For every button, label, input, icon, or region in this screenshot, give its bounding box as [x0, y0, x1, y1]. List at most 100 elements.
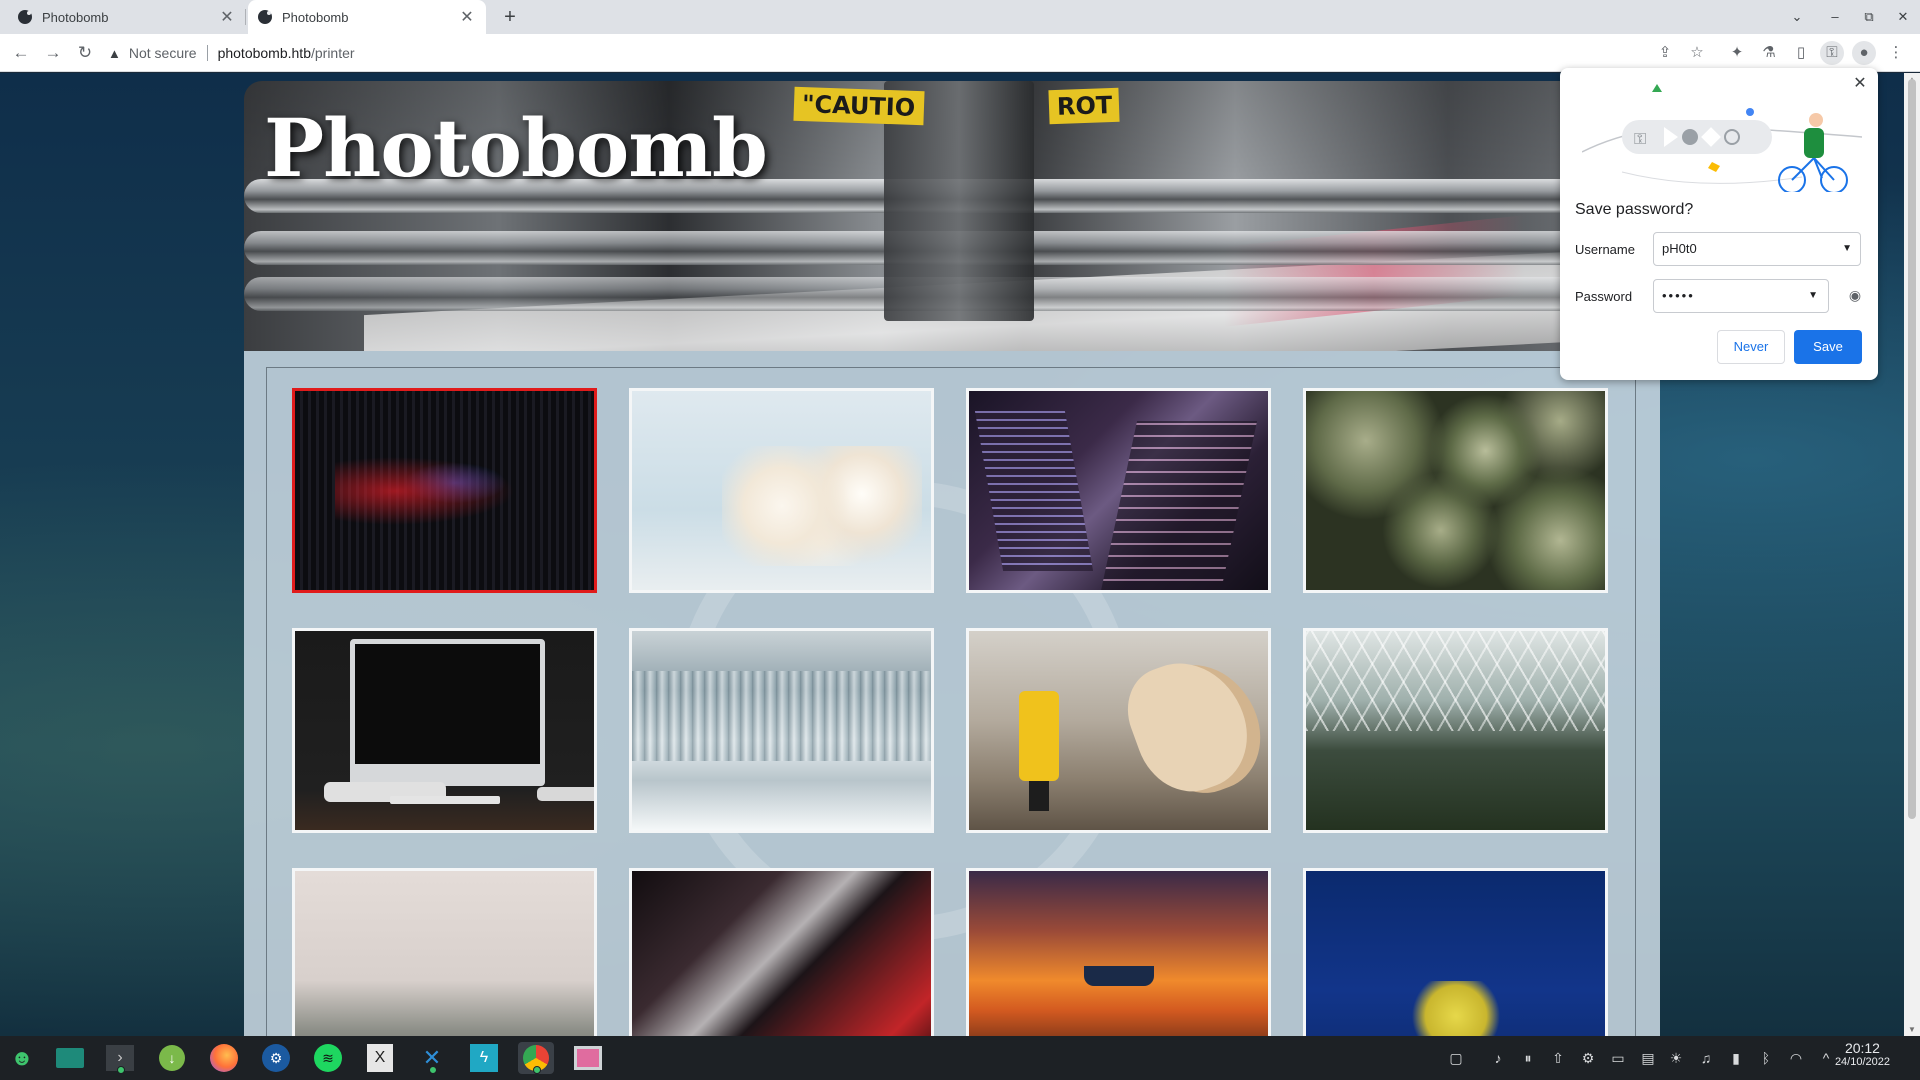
clock-date: 24/10/2022	[1834, 1056, 1890, 1068]
alien-icon[interactable]: ☻	[4, 1042, 40, 1074]
svg-text:⚿: ⚿	[1634, 129, 1646, 148]
password-value: •••••	[1662, 288, 1695, 303]
greenhouse-image	[1306, 631, 1605, 830]
vscode-icon[interactable]: ✕	[414, 1042, 450, 1074]
menu-kebab-icon[interactable]: ⋮	[1884, 41, 1908, 65]
password-illustration: ⚿	[1582, 84, 1862, 192]
never-button[interactable]: Never	[1717, 330, 1785, 364]
firefox-icon[interactable]	[206, 1042, 242, 1074]
forward-arrow-icon[interactable]: →	[41, 41, 65, 65]
gallery-image-workshop[interactable]	[966, 628, 1271, 833]
tray-expand-chevron-icon[interactable]: ^	[1816, 1048, 1836, 1068]
spotify-icon[interactable]: ≋	[310, 1042, 346, 1074]
back-arrow-icon[interactable]: ←	[9, 41, 33, 65]
boat-sunset-image	[969, 871, 1268, 1036]
lightning-icon[interactable]: ϟ	[466, 1042, 502, 1074]
tab-divider	[245, 9, 246, 25]
window-overview-icon[interactable]: ▢	[1446, 1048, 1466, 1068]
password-key-icon[interactable]: ⚿	[1820, 41, 1844, 65]
page-scrollbar[interactable]: ▲ ▼	[1904, 73, 1920, 1036]
clipboard-icon[interactable]: ▤	[1638, 1048, 1658, 1068]
screenshot-icon[interactable]	[570, 1042, 606, 1074]
omnibox-divider	[206, 45, 208, 61]
brightness-icon[interactable]: ☀	[1666, 1048, 1686, 1068]
red-light-abstract-image	[295, 391, 594, 590]
steam-tray-icon[interactable]: ⚙	[1578, 1048, 1598, 1068]
tab-strip: Photobomb ✕ Photobomb ✕ + ⌄ – ⧉ ✕	[0, 0, 1920, 34]
pause-icon[interactable]: ⏸	[1518, 1048, 1538, 1068]
security-status[interactable]: Not secure	[129, 45, 197, 61]
gallery-image-red-light[interactable]	[292, 388, 597, 593]
save-button[interactable]: Save	[1794, 330, 1862, 364]
gallery-image-coast[interactable]	[292, 868, 597, 1036]
tab-title: Photobomb	[282, 9, 349, 25]
wifi-icon[interactable]: ◠	[1786, 1048, 1806, 1068]
warning-icon[interactable]: ▲	[108, 46, 121, 61]
scrollbar-thumb[interactable]	[1908, 79, 1916, 819]
save-password-heading: Save password?	[1575, 201, 1694, 218]
skyscrapers-image	[969, 391, 1268, 590]
steam-icon[interactable]: ⚙	[258, 1042, 294, 1074]
volume-icon[interactable]: ♫	[1696, 1048, 1716, 1068]
show-password-eye-icon[interactable]: ◉	[1845, 285, 1865, 305]
bluetooth-icon[interactable]: ᛒ	[1756, 1048, 1776, 1068]
reload-icon[interactable]: ↻	[73, 41, 97, 65]
update-arrow-icon[interactable]: ⇧	[1548, 1048, 1568, 1068]
url-host: photobomb.htb	[217, 45, 311, 61]
clock-time: 20:12	[1844, 1040, 1880, 1056]
gallery-image-curves[interactable]	[629, 868, 934, 1036]
bookmark-star-icon[interactable]: ☆	[1685, 41, 1709, 65]
username-label: Username	[1575, 242, 1635, 257]
gallery-image-waterfall[interactable]	[629, 628, 934, 833]
lab-flask-icon[interactable]: ⚗	[1757, 41, 1781, 65]
gallery-image-greenhouse[interactable]	[1303, 628, 1608, 833]
gallery-panel	[244, 351, 1660, 1036]
system-clock[interactable]: 20:12 24/10/2022	[1835, 1040, 1890, 1068]
file-manager-icon[interactable]	[52, 1042, 88, 1074]
restore-button[interactable]: ⧉	[1858, 6, 1880, 28]
photobomb-favicon-icon	[258, 10, 272, 24]
minimize-button[interactable]: –	[1824, 6, 1846, 28]
system-taskbar: ☻ › ↓ ⚙ ≋ X ✕ ϟ ▢ ♪ ⏸ ⇧ ⚙ ▭ ▤ ☀ ♫ ▮ ᛒ ◠ …	[0, 1036, 1920, 1080]
username-field[interactable]: pH0t0 ▼	[1653, 232, 1861, 266]
wood-workshop-image	[969, 631, 1268, 830]
caution-sign: ROT	[1048, 87, 1120, 125]
dropdown-caret-icon[interactable]: ▼	[1842, 233, 1852, 265]
close-window-button[interactable]: ✕	[1892, 6, 1914, 28]
terminal-icon[interactable]: ›	[102, 1042, 138, 1074]
download-icon[interactable]: ↓	[154, 1042, 190, 1074]
close-tab-icon[interactable]: ✕	[218, 7, 236, 27]
gallery-image-sunset[interactable]	[966, 868, 1271, 1036]
profile-avatar-icon[interactable]: ●	[1852, 41, 1876, 65]
chrome-icon[interactable]	[518, 1042, 554, 1074]
tab-photobomb-2[interactable]: Photobomb ✕	[248, 0, 486, 34]
caution-sign: "CAUTIO	[793, 86, 925, 126]
computer-desk-image	[295, 631, 594, 830]
gallery-image-computer-desk[interactable]	[292, 628, 597, 833]
save-password-dialog: ✕ ⚿ Save password? Username pH0t0 ▼ Pass…	[1560, 68, 1878, 380]
dropdown-caret-icon[interactable]: ▼	[1808, 280, 1820, 312]
tab-photobomb-1[interactable]: Photobomb ✕	[8, 0, 246, 34]
white-blossom-image	[632, 391, 931, 590]
gallery-image-blossom[interactable]	[629, 388, 934, 593]
password-field[interactable]: ••••• ▼	[1653, 279, 1829, 313]
scroll-down-arrow-icon[interactable]: ▼	[1907, 1025, 1917, 1034]
yellow-tree-image	[1306, 871, 1605, 1036]
terminal-tray-icon[interactable]: ▭	[1608, 1048, 1628, 1068]
new-tab-button[interactable]: +	[498, 5, 522, 29]
close-tab-icon[interactable]: ✕	[458, 7, 476, 27]
side-panel-icon[interactable]: ▯	[1789, 41, 1813, 65]
address-bar[interactable]: ▲ Not secure photobomb.htb /printer	[108, 39, 1648, 67]
frozen-waterfall-image	[632, 631, 931, 830]
notification-bell-icon[interactable]: ♪	[1488, 1048, 1508, 1068]
extensions-puzzle-icon[interactable]: ✦	[1725, 41, 1749, 65]
gallery-image-plants[interactable]	[1303, 388, 1608, 593]
xournal-icon[interactable]: X	[362, 1042, 398, 1074]
tab-search-icon[interactable]: ⌄	[1786, 6, 1808, 28]
battery-icon[interactable]: ▮	[1726, 1048, 1746, 1068]
gallery-image-tree[interactable]	[1303, 868, 1608, 1036]
browser-toolbar: ← → ↻ ▲ Not secure photobomb.htb /printe…	[0, 34, 1920, 72]
photobomb-favicon-icon	[18, 10, 32, 24]
share-icon[interactable]: ⇪	[1653, 41, 1677, 65]
gallery-image-skyscrapers[interactable]	[966, 388, 1271, 593]
